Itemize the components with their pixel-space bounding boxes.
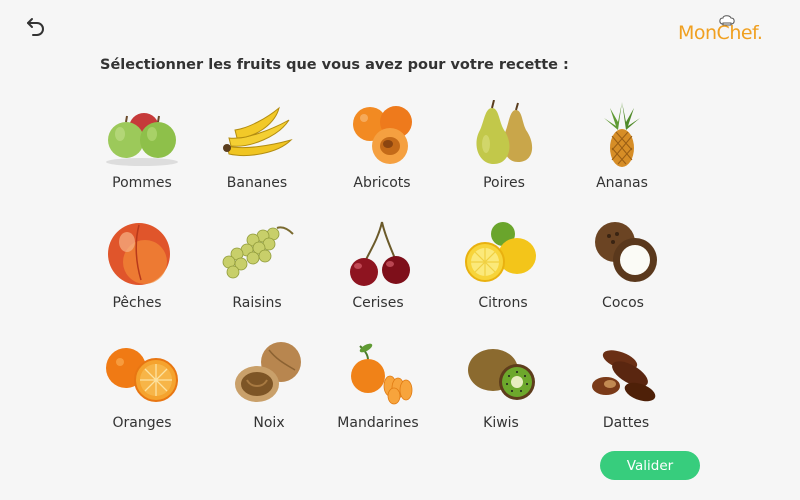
- logo-text: MonChef.: [678, 22, 763, 44]
- fruit-label: Bananes: [226, 175, 288, 191]
- fruit-label: Raisins: [232, 295, 282, 311]
- fruit-item-pommes[interactable]: Pommes: [82, 100, 202, 210]
- fruit-label: Cerises: [352, 295, 404, 311]
- fruit-label: Pommes: [112, 175, 172, 191]
- walnuts-icon: [235, 342, 301, 402]
- oranges-icon: [106, 348, 178, 402]
- pears-icon: [476, 100, 533, 164]
- fruit-item-cocos[interactable]: Cocos: [563, 220, 683, 330]
- apples-icon: [106, 113, 178, 166]
- fruit-label: Oranges: [112, 415, 172, 431]
- fruit-label: Ananas: [596, 175, 648, 191]
- fruit-label: Pêches: [112, 295, 162, 311]
- page-instruction: Sélectionner les fruits que vous avez po…: [100, 57, 569, 73]
- fruit-label: Mandarines: [337, 415, 419, 431]
- pineapple-icon: [604, 102, 640, 167]
- fruit-item-kiwis[interactable]: Kiwis: [441, 340, 561, 450]
- fruit-item-oranges[interactable]: Oranges: [82, 340, 202, 450]
- apricots-icon: [353, 106, 412, 164]
- back-button[interactable]: [22, 12, 50, 40]
- monchef-logo: MonChef.: [678, 15, 770, 48]
- fruit-item-citrons[interactable]: Citrons: [443, 220, 563, 330]
- fruit-item-raisins[interactable]: Raisins: [197, 220, 317, 330]
- lemons-icon: [465, 222, 536, 282]
- fruit-item-mandarines[interactable]: Mandarines: [318, 340, 438, 450]
- fruit-item-ananas[interactable]: Ananas: [562, 100, 682, 210]
- fruit-item-abricots[interactable]: Abricots: [322, 100, 442, 210]
- grapes-icon: [222, 226, 294, 279]
- fruit-label: Cocos: [602, 295, 644, 311]
- fruit-label: Dattes: [602, 415, 650, 431]
- fruit-item-noix[interactable]: Noix: [209, 340, 329, 450]
- fruit-label: Kiwis: [483, 415, 519, 431]
- mandarins-icon: [351, 343, 413, 405]
- fruit-item-poires[interactable]: Poires: [444, 100, 564, 210]
- peach-icon: [108, 223, 170, 285]
- fruit-item-dattes[interactable]: Dattes: [566, 340, 686, 450]
- kiwis-icon: [468, 349, 535, 400]
- dates-icon: [592, 350, 656, 402]
- fruit-label: Citrons: [478, 295, 528, 311]
- fruit-item-bananes[interactable]: Bananes: [197, 100, 317, 210]
- fruit-item-cerises[interactable]: Cerises: [318, 220, 438, 330]
- bananas-icon: [223, 106, 293, 156]
- undo-arrow-icon: [27, 18, 44, 36]
- coconut-icon: [595, 222, 657, 282]
- cherries-icon: [350, 221, 410, 286]
- fruit-label: Poires: [483, 175, 525, 191]
- fruit-label: Abricots: [353, 175, 411, 191]
- fruit-label: Noix: [253, 415, 285, 431]
- fruit-item-peches[interactable]: Pêches: [77, 220, 197, 330]
- validate-button[interactable]: Valider: [600, 451, 700, 480]
